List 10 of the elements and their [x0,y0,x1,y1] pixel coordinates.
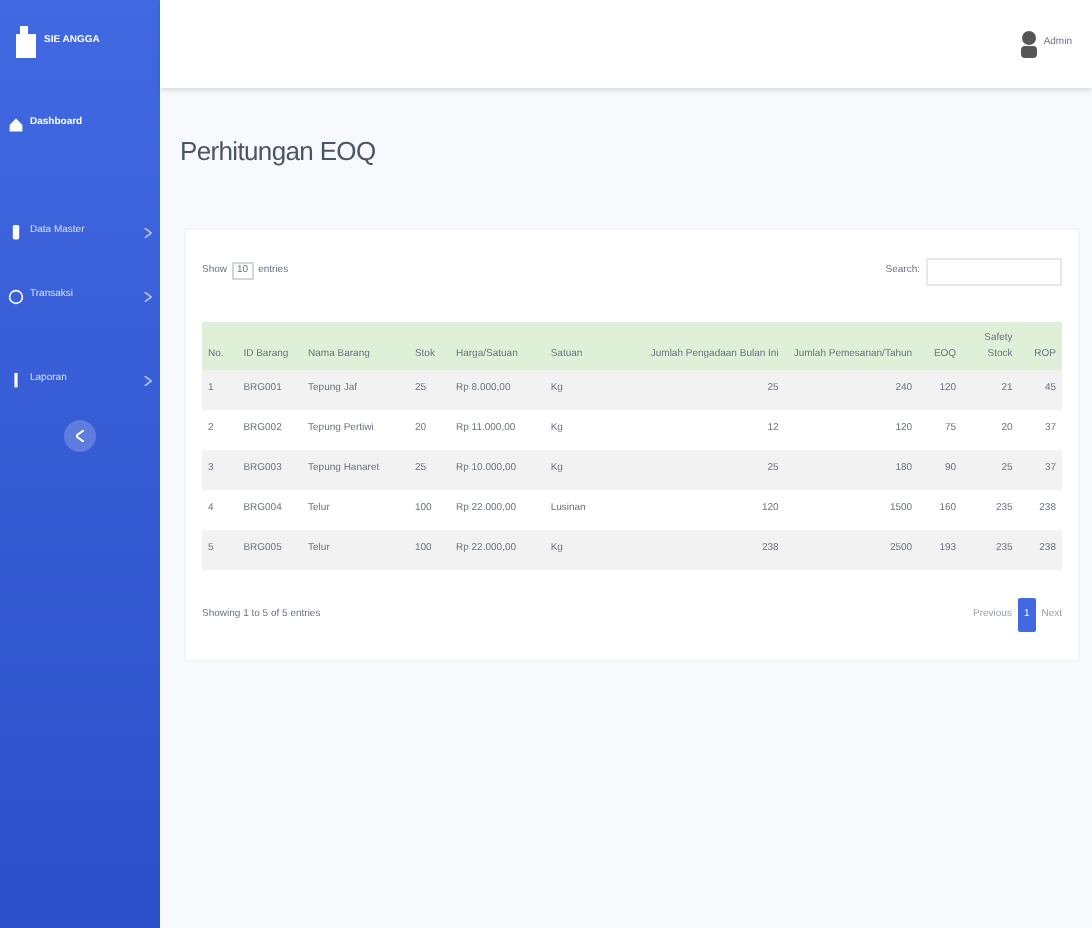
nav-icon [8,287,24,305]
nav-icon [8,223,24,241]
logo-icon [16,26,36,58]
search-field[interactable] [926,257,1062,285]
user-icon[interactable] [1019,30,1038,58]
page-title: Perhitungan EOQ [180,134,378,170]
chevron-icon [76,430,84,442]
nav-icon [8,115,24,133]
nav-icon [8,371,24,389]
sidebar-toggle[interactable] [64,420,96,452]
